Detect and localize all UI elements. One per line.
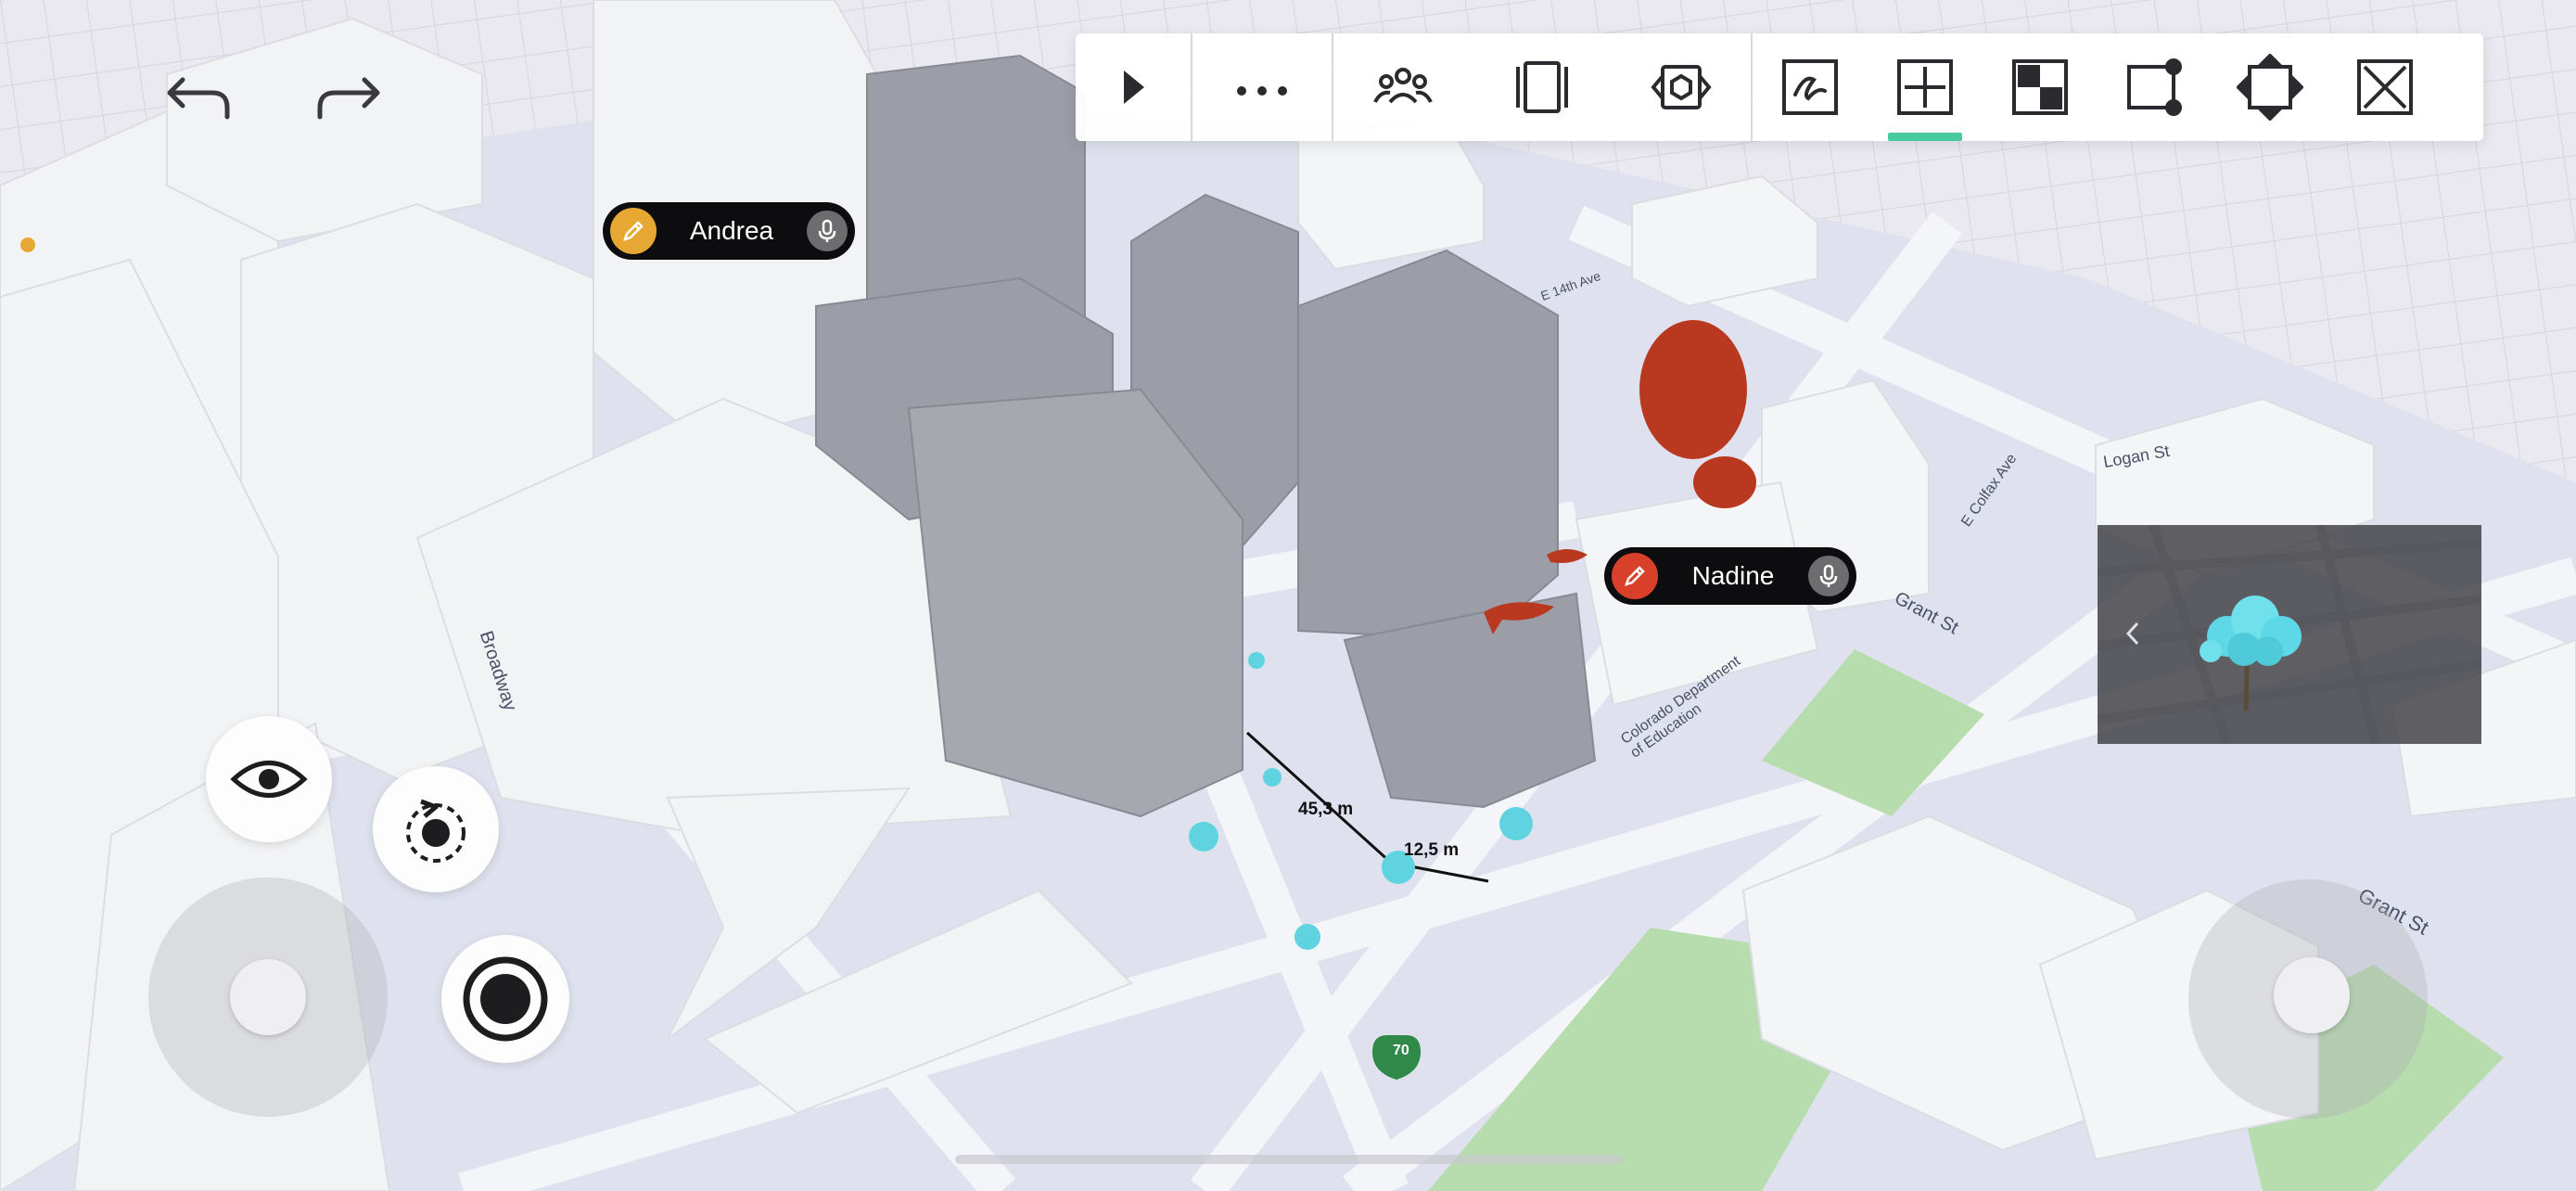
measure-icon — [2127, 58, 2182, 116]
delete-button[interactable] — [2327, 33, 2442, 141]
movement-joystick[interactable] — [148, 877, 388, 1117]
home-indicator[interactable] — [955, 1155, 1623, 1164]
view-toggle-button[interactable] — [206, 716, 332, 842]
redo-button[interactable] — [297, 58, 399, 132]
frame-button[interactable] — [1473, 33, 1612, 141]
sketch-icon — [1782, 59, 1838, 115]
add-object-icon — [1897, 59, 1953, 115]
user-tag-nadine[interactable]: Nadine — [1604, 547, 1856, 605]
add-object-button[interactable] — [1868, 33, 1983, 141]
sketch-button[interactable] — [1753, 33, 1868, 141]
microphone-icon[interactable] — [807, 211, 848, 251]
measurement-label: 12,5 m — [1404, 840, 1460, 860]
pencil-icon — [1612, 553, 1658, 599]
record-button[interactable] — [441, 935, 569, 1063]
frame-icon — [1516, 61, 1568, 113]
resize-button[interactable] — [2213, 33, 2327, 141]
undo-button[interactable] — [148, 58, 250, 132]
microphone-icon[interactable] — [1808, 556, 1849, 596]
pencil-icon — [610, 208, 657, 254]
orbit-button[interactable] — [373, 766, 499, 892]
record-icon — [463, 956, 548, 1042]
measure-button[interactable] — [2098, 33, 2213, 141]
delete-icon — [2357, 59, 2413, 115]
object-preview-panel[interactable] — [2098, 525, 2481, 744]
participants-icon — [1373, 68, 1433, 104]
ar-view-icon — [1651, 65, 1712, 109]
orbit-icon — [406, 799, 465, 863]
more-button[interactable] — [1192, 33, 1332, 141]
material-icon — [2012, 59, 2068, 115]
resize-icon — [2237, 54, 2303, 121]
joystick-knob[interactable] — [230, 959, 306, 1035]
undo-icon — [167, 77, 230, 120]
tree-icon — [2200, 596, 2302, 711]
camera-joystick[interactable] — [2188, 879, 2428, 1119]
eye-icon — [230, 761, 308, 798]
chevron-left-icon[interactable] — [2114, 610, 2151, 657]
toolbar — [1076, 33, 2483, 141]
route-badge-label: 70 — [1393, 1043, 1409, 1058]
measurement-label: 45,3 m — [1298, 800, 1354, 819]
more-icon — [1237, 86, 1287, 96]
material-button[interactable] — [1983, 33, 2098, 141]
play-button[interactable] — [1076, 33, 1191, 141]
play-icon — [1124, 70, 1144, 104]
user-tag-andrea[interactable]: Andrea — [603, 202, 855, 260]
participants-button[interactable] — [1333, 33, 1473, 141]
user-name: Andrea — [689, 216, 774, 245]
user-name: Nadine — [1691, 561, 1775, 590]
ar-view-button[interactable] — [1612, 33, 1751, 141]
redo-icon — [317, 77, 380, 120]
joystick-knob[interactable] — [2274, 957, 2350, 1033]
